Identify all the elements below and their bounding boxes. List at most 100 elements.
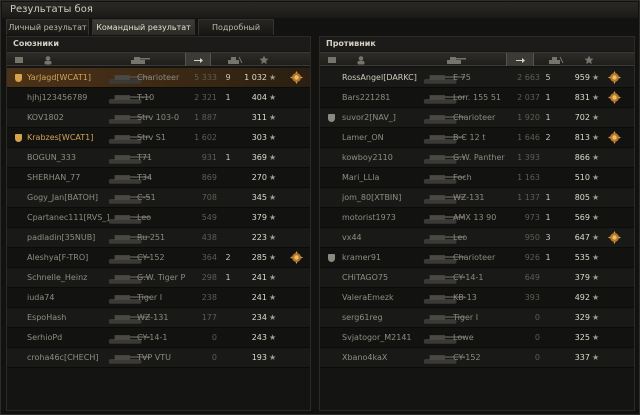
xp-value: 492 xyxy=(574,293,590,302)
tank-name: TVP VTU xyxy=(137,353,171,362)
xp-star-icon: ★ xyxy=(592,213,600,222)
table-row[interactable]: Krabzes[WCAT1] Strv S1 1 602 303 ★ xyxy=(7,128,310,148)
xp-value: 303 xyxy=(251,133,267,142)
table-row[interactable]: kowboy2110 G.W. Panther 1 393 866 ★ xyxy=(320,148,634,168)
xp-star-icon[interactable] xyxy=(584,55,594,65)
damage-value: 926 xyxy=(524,253,540,262)
tab-personal-results[interactable]: Личный результат xyxy=(6,19,89,35)
kills-value: 1 xyxy=(545,213,551,222)
table-row[interactable]: serg61reg Tiger I 0 329 ★ xyxy=(320,308,634,328)
table-row[interactable]: Schnelle_Heinz G.W. Tiger P 298 1 241 ★ xyxy=(7,268,310,288)
table-row[interactable]: ValeraEmezk KB-13 393 492 ★ xyxy=(320,288,634,308)
achievement-badge-icon[interactable] xyxy=(608,131,621,144)
xp-star-icon: ★ xyxy=(269,353,277,362)
table-row[interactable]: KOV1802 Strv 103-0 1 887 311 ★ xyxy=(7,108,310,128)
tank-name: Lowe xyxy=(453,333,474,342)
table-row[interactable]: BOGUN_333 T71 931 1 369 ★ xyxy=(7,148,310,168)
xp-star-icon: ★ xyxy=(269,213,277,222)
table-row[interactable]: Bars221281 Lorr. 155 51 2 037 1 831 ★ xyxy=(320,88,634,108)
xp-value: 270 xyxy=(251,173,267,182)
xp-star-icon: ★ xyxy=(592,93,600,102)
damage-icon[interactable] xyxy=(515,55,525,65)
achievement-badge-icon[interactable] xyxy=(608,91,621,104)
tank-name: Strv S1 xyxy=(137,133,166,142)
kills-value: 3 xyxy=(545,233,551,242)
kills-icon[interactable] xyxy=(548,55,564,65)
table-row[interactable]: motorist1973 AMX 13 90 973 1 569 ★ xyxy=(320,208,634,228)
damage-value: 438 xyxy=(201,233,217,242)
damage-value: 1 137 xyxy=(517,193,540,202)
damage-value: 549 xyxy=(201,213,217,222)
damage-value: 2 037 xyxy=(517,93,540,102)
table-row[interactable]: croha46c[CHECH] TVP VTU 0 193 ★ xyxy=(7,348,310,368)
kills-value: 1 xyxy=(545,253,551,262)
damage-value: 2 663 xyxy=(517,73,540,82)
damage-value: 0 xyxy=(211,333,217,342)
xp-star-icon: ★ xyxy=(269,153,277,162)
tank-name: CY-152 xyxy=(137,253,165,262)
kills-icon[interactable] xyxy=(227,55,243,65)
allies-title: Союзники xyxy=(7,37,310,51)
xp-star-icon: ★ xyxy=(269,293,277,302)
tab-detailed-report[interactable]: Подробный отчёт xyxy=(198,19,274,48)
tank-icon[interactable] xyxy=(445,55,467,65)
xp-value: 325 xyxy=(574,333,590,342)
table-row[interactable]: suvor2[NAV_] Charioteer 1 920 1 702 ★ xyxy=(320,108,634,128)
tab-team-results[interactable]: Командный результат xyxy=(92,19,195,35)
tank-icon[interactable] xyxy=(129,55,151,65)
xp-star-icon: ★ xyxy=(269,133,277,142)
achievement-badge-icon[interactable] xyxy=(608,71,621,84)
table-row[interactable]: jom_80[XTBIN] WZ-131 1 137 1 805 ★ xyxy=(320,188,634,208)
damage-value: 1 887 xyxy=(194,113,217,122)
achievement-badge-icon[interactable] xyxy=(290,251,303,264)
table-row[interactable]: Aleshya[F-TRO] CY-152 364 2 285 ★ xyxy=(7,248,310,268)
xp-star-icon: ★ xyxy=(592,313,600,322)
kills-value: 1 xyxy=(225,93,231,102)
player-icon[interactable] xyxy=(356,55,366,65)
xp-value: 647 xyxy=(574,233,590,242)
battle-results-window: Результаты боя Личный результат Командны… xyxy=(0,0,640,415)
tank-name: C-51 xyxy=(137,193,156,202)
table-row[interactable]: SerhioPd CY-14-1 0 243 ★ xyxy=(7,328,310,348)
xp-star-icon: ★ xyxy=(592,253,600,262)
tank-name: G.W. Tiger P xyxy=(137,273,186,282)
player-icon[interactable] xyxy=(43,55,53,65)
table-row[interactable]: hjhj123456789 T-10 2 321 1 404 ★ xyxy=(7,88,310,108)
xp-value: 329 xyxy=(574,313,590,322)
table-row[interactable]: CHiTAGO75 CY-14-1 649 379 ★ xyxy=(320,268,634,288)
table-row[interactable]: EspoHash WZ-131 177 234 ★ xyxy=(7,308,310,328)
xp-value: 959 xyxy=(574,73,590,82)
table-row[interactable]: SHERHAN_77 T34 869 270 ★ xyxy=(7,168,310,188)
damage-value: 869 xyxy=(201,173,217,182)
damage-value: 0 xyxy=(211,353,217,362)
kills-value: 1 xyxy=(545,193,551,202)
platoon-icon[interactable] xyxy=(327,55,337,65)
tank-name: Strv 103-0 xyxy=(137,113,180,122)
table-row[interactable]: Svjatogor_M2141 Lowe 0 325 ★ xyxy=(320,328,634,348)
title-bar: Результаты боя xyxy=(2,2,638,18)
achievement-badge-icon[interactable] xyxy=(290,71,303,84)
xp-star-icon[interactable] xyxy=(259,55,269,65)
damage-icon[interactable] xyxy=(193,55,203,65)
xp-value: 241 xyxy=(251,293,267,302)
table-row[interactable]: Gogy_Jan[BATOH] C-51 708 345 ★ xyxy=(7,188,310,208)
table-row[interactable]: YarJagd[WCAT1] Charioteer 5 333 9 1 032 ★ xyxy=(7,68,310,88)
clan-icon xyxy=(15,74,22,82)
table-row[interactable]: Mari_LLla Foch 1 163 510 ★ xyxy=(320,168,634,188)
table-row[interactable]: RossAngel[DARKC] E 75 2 663 5 959 ★ xyxy=(320,68,634,88)
platoon-icon[interactable] xyxy=(14,55,24,65)
kills-value: 1 xyxy=(545,93,551,102)
achievement-badge-icon[interactable] xyxy=(608,231,621,244)
tank-name: T71 xyxy=(137,153,153,162)
table-row[interactable]: Lamer_ON B-C 12 t1 646 2 813 ★ xyxy=(320,128,634,148)
table-row[interactable]: kramer91 Charioteer 926 1 535 ★ xyxy=(320,248,634,268)
table-row[interactable]: padladin[35NUB] Ru 251 438 223 ★ xyxy=(7,228,310,248)
table-row[interactable]: Cpartanec111[RVS_] Leo 549 379 ★ xyxy=(7,208,310,228)
table-row[interactable]: vx44 Leo 950 3 647 ★ xyxy=(320,228,634,248)
xp-star-icon: ★ xyxy=(592,153,600,162)
xp-star-icon: ★ xyxy=(269,73,277,82)
table-row[interactable]: iuda74 Tiger I 238 241 ★ xyxy=(7,288,310,308)
table-row[interactable]: Xbano4kaX CY-152 0 337 ★ xyxy=(320,348,634,368)
damage-value: 364 xyxy=(201,253,217,262)
damage-value: 177 xyxy=(201,313,217,322)
